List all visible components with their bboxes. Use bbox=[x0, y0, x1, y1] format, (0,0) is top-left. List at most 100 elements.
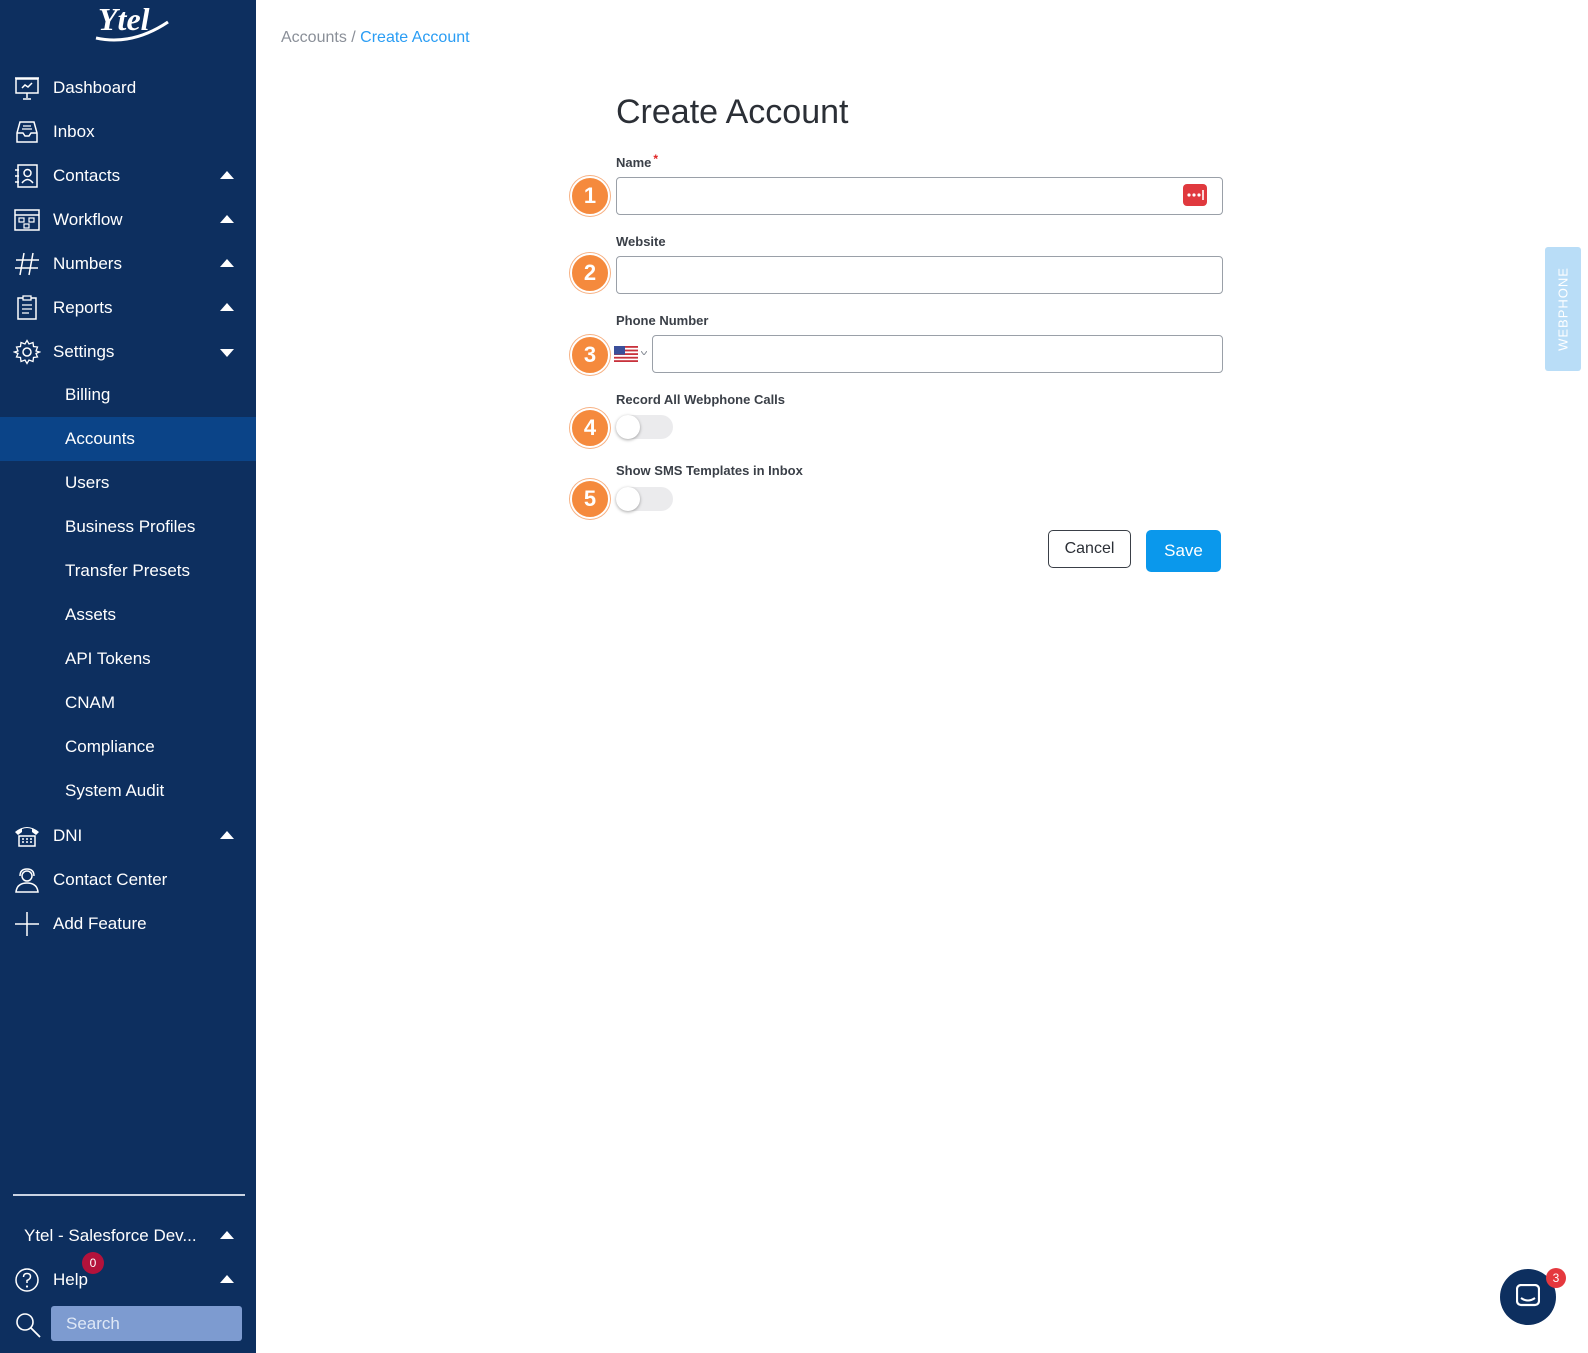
chevron-down-icon bbox=[220, 349, 234, 357]
chevron-up-icon bbox=[220, 215, 234, 223]
sidebar-item-label: API Tokens bbox=[65, 649, 151, 668]
website-field[interactable] bbox=[616, 256, 1223, 294]
search-icon[interactable] bbox=[14, 1311, 42, 1339]
webphone-tab[interactable]: WEBPHONE bbox=[1545, 247, 1581, 371]
phone-label: Phone Number bbox=[616, 313, 709, 328]
logo-text: Ytel bbox=[98, 1, 150, 37]
step-badge-2: 2 bbox=[570, 253, 610, 293]
gear-icon bbox=[13, 339, 41, 365]
sidebar-item-label: Business Profiles bbox=[65, 517, 196, 536]
sidebar-item-dni[interactable]: DNI bbox=[0, 814, 256, 858]
breadcrumb-accounts-link[interactable]: Accounts bbox=[281, 29, 347, 46]
sidebar-item-label: Billing bbox=[65, 385, 111, 404]
sidebar-item-label: Dashboard bbox=[53, 78, 137, 97]
help-icon bbox=[15, 1268, 39, 1292]
chevron-up-icon bbox=[220, 831, 234, 839]
sidebar-item-users[interactable]: Users bbox=[0, 461, 256, 505]
ytel-logo[interactable]: Ytel bbox=[92, 0, 172, 44]
toggle-knob bbox=[616, 415, 640, 439]
sidebar-item-label: Numbers bbox=[53, 254, 122, 273]
sidebar-item-label: Workflow bbox=[53, 210, 123, 229]
sidebar-item-label: DNI bbox=[53, 826, 83, 845]
agent-headset-icon bbox=[15, 868, 39, 893]
help-notification-badge: 0 bbox=[82, 1252, 104, 1274]
sidebar-item-settings[interactable]: Settings bbox=[0, 330, 256, 374]
phone-number-field[interactable] bbox=[652, 335, 1223, 373]
sidebar-item-cnam[interactable]: CNAM bbox=[0, 681, 256, 725]
step-badge-5: 5 bbox=[570, 479, 610, 519]
step-badge-3: 3 bbox=[570, 335, 610, 375]
toggle-knob bbox=[616, 487, 640, 511]
account-switcher[interactable]: Ytel - Salesforce Dev... bbox=[0, 1214, 256, 1258]
sidebar-item-label: Users bbox=[65, 473, 110, 492]
sidebar-item-system-audit[interactable]: System Audit bbox=[0, 769, 256, 813]
sidebar-item-label: Assets bbox=[65, 605, 117, 624]
chevron-down-icon[interactable] bbox=[641, 351, 647, 355]
sidebar-item-numbers[interactable]: Numbers bbox=[0, 242, 256, 286]
webphone-tab-label: WEBPHONE bbox=[1555, 267, 1571, 351]
sidebar-item-label: Reports bbox=[53, 298, 113, 317]
sidebar-item-add-feature[interactable]: Add Feature bbox=[0, 902, 256, 946]
record-calls-label: Record All Webphone Calls bbox=[616, 392, 786, 407]
dashboard-icon bbox=[15, 77, 39, 100]
name-field[interactable] bbox=[616, 177, 1223, 215]
sidebar-item-label: Settings bbox=[53, 342, 115, 361]
us-flag-icon[interactable] bbox=[614, 346, 638, 362]
breadcrumb-current[interactable]: Create Account bbox=[360, 29, 469, 46]
search-input[interactable] bbox=[51, 1306, 242, 1341]
sms-templates-toggle[interactable] bbox=[616, 487, 673, 511]
sidebar-item-label: Accounts bbox=[65, 429, 135, 448]
step-badge-4: 4 bbox=[570, 408, 610, 448]
sidebar-item-contact-center[interactable]: Contact Center bbox=[0, 858, 256, 902]
chevron-up-icon bbox=[220, 1275, 234, 1283]
cancel-button[interactable]: Cancel bbox=[1048, 530, 1131, 568]
website-label: Website bbox=[616, 234, 666, 249]
inbox-icon bbox=[16, 121, 38, 143]
sidebar-item-dashboard[interactable]: Dashboard bbox=[0, 66, 256, 110]
sidebar-item-inbox[interactable]: Inbox bbox=[0, 110, 256, 154]
save-button[interactable]: Save bbox=[1146, 530, 1221, 572]
sidebar-item-compliance[interactable]: Compliance bbox=[0, 725, 256, 769]
password-manager-icon[interactable] bbox=[1183, 184, 1207, 206]
sidebar-item-label: Add Feature bbox=[53, 914, 147, 933]
chevron-up-icon bbox=[220, 1231, 234, 1239]
breadcrumb: Accounts / Create Account bbox=[281, 29, 470, 47]
chat-notification-badge: 3 bbox=[1546, 1268, 1566, 1288]
sidebar-item-accounts[interactable]: Accounts bbox=[0, 417, 256, 461]
hash-icon bbox=[15, 252, 39, 276]
plus-icon bbox=[15, 912, 39, 936]
page-title: Create Account bbox=[616, 93, 849, 131]
sidebar-item-api-tokens[interactable]: API Tokens bbox=[0, 637, 256, 681]
chevron-up-icon bbox=[220, 303, 234, 311]
sidebar-item-label: Transfer Presets bbox=[65, 561, 191, 580]
sidebar-item-label: Contacts bbox=[53, 166, 121, 185]
breadcrumb-separator: / bbox=[346, 29, 361, 46]
sidebar-item-help[interactable]: Help bbox=[0, 1258, 256, 1302]
sidebar-item-assets[interactable]: Assets bbox=[0, 593, 256, 637]
step-badge-1: 1 bbox=[570, 176, 610, 216]
sidebar-item-transfer-presets[interactable]: Transfer Presets bbox=[0, 549, 256, 593]
sidebar-item-billing[interactable]: Billing bbox=[0, 373, 256, 417]
sidebar-item-reports[interactable]: Reports bbox=[0, 286, 256, 330]
name-label-text: Name bbox=[616, 155, 652, 170]
sidebar-item-business-profiles[interactable]: Business Profiles bbox=[0, 505, 256, 549]
telephone-icon bbox=[15, 827, 39, 847]
name-label: Name * bbox=[616, 152, 659, 170]
chevron-up-icon bbox=[220, 171, 234, 179]
sidebar-item-workflow[interactable]: Workflow bbox=[0, 198, 256, 242]
sidebar-item-label: CNAM bbox=[65, 693, 116, 712]
chevron-up-icon bbox=[220, 259, 234, 267]
sidebar: Ytel Dashboard Inbox Contacts Workflow N… bbox=[0, 0, 256, 1353]
sms-templates-label: Show SMS Templates in Inbox bbox=[616, 463, 803, 478]
sidebar-item-label: System Audit bbox=[65, 781, 165, 800]
sidebar-item-label: Inbox bbox=[53, 122, 95, 141]
workflow-icon bbox=[14, 209, 40, 231]
account-switcher-label: Ytel - Salesforce Dev... bbox=[24, 1226, 197, 1245]
sidebar-item-label: Contact Center bbox=[53, 870, 168, 889]
record-calls-toggle[interactable] bbox=[616, 415, 673, 439]
reports-icon bbox=[17, 295, 37, 320]
sidebar-divider bbox=[13, 1194, 245, 1196]
sidebar-item-contacts[interactable]: Contacts bbox=[0, 154, 256, 198]
contacts-icon bbox=[15, 164, 38, 188]
required-mark: * bbox=[653, 152, 659, 166]
